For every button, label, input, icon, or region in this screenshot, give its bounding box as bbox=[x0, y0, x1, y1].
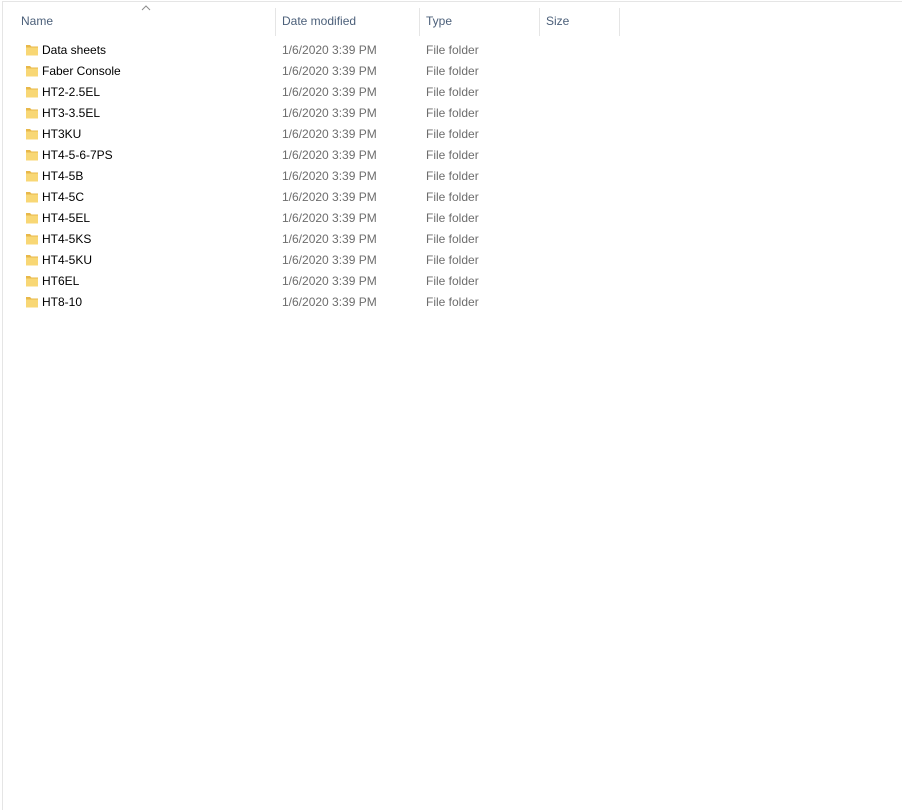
file-name: Data sheets bbox=[42, 43, 107, 57]
folder-icon bbox=[26, 276, 38, 287]
file-date-modified: 1/6/2020 3:39 PM bbox=[282, 232, 377, 246]
file-date-modified: 1/6/2020 3:39 PM bbox=[282, 148, 377, 162]
folder-icon bbox=[26, 87, 38, 98]
file-date-modified: 1/6/2020 3:39 PM bbox=[282, 43, 377, 57]
file-name: HT2-2.5EL bbox=[42, 85, 101, 99]
file-name: HT4-5KU bbox=[42, 253, 93, 267]
file-type: File folder bbox=[426, 127, 479, 141]
file-row[interactable]: HT4-5C 1/6/2020 3:39 PM File folder bbox=[3, 187, 902, 208]
file-type: File folder bbox=[426, 43, 479, 57]
file-name: HT4-5B bbox=[42, 169, 84, 183]
file-type: File folder bbox=[426, 64, 479, 78]
file-list-pane: Name Date modified Type Size Data sheets… bbox=[2, 1, 902, 810]
folder-icon bbox=[26, 192, 38, 203]
file-type: File folder bbox=[426, 295, 479, 309]
folder-icon bbox=[26, 213, 38, 224]
folder-icon bbox=[26, 108, 38, 119]
file-type: File folder bbox=[426, 232, 479, 246]
file-row[interactable]: HT3KU 1/6/2020 3:39 PM File folder bbox=[3, 124, 902, 145]
column-header-name[interactable]: Name bbox=[15, 8, 276, 36]
file-name: HT6EL bbox=[42, 274, 80, 288]
file-row[interactable]: Data sheets 1/6/2020 3:39 PM File folder bbox=[3, 40, 902, 61]
file-name: HT3KU bbox=[42, 127, 82, 141]
folder-icon bbox=[26, 45, 38, 56]
file-list: Data sheets 1/6/2020 3:39 PM File folder Fa… bbox=[3, 40, 902, 313]
file-date-modified: 1/6/2020 3:39 PM bbox=[282, 85, 377, 99]
file-row[interactable]: Faber Console 1/6/2020 3:39 PM File folder bbox=[3, 61, 902, 82]
file-name: HT3-3.5EL bbox=[42, 106, 101, 120]
file-type: File folder bbox=[426, 211, 479, 225]
folder-icon bbox=[26, 234, 38, 245]
column-header-type[interactable]: Type bbox=[420, 8, 540, 36]
file-row[interactable]: HT3-3.5EL 1/6/2020 3:39 PM File folder bbox=[3, 103, 902, 124]
folder-icon bbox=[26, 129, 38, 140]
file-row[interactable]: HT8-10 1/6/2020 3:39 PM File folder bbox=[3, 292, 902, 313]
file-name: HT4-5-6-7PS bbox=[42, 148, 113, 162]
column-header-date-modified[interactable]: Date modified bbox=[276, 8, 420, 36]
file-row[interactable]: HT4-5KS 1/6/2020 3:39 PM File folder bbox=[3, 229, 902, 250]
folder-icon bbox=[26, 255, 38, 266]
file-type: File folder bbox=[426, 85, 479, 99]
file-row[interactable]: HT4-5KU 1/6/2020 3:39 PM File folder bbox=[3, 250, 902, 271]
file-name: Faber Console bbox=[42, 64, 121, 78]
file-date-modified: 1/6/2020 3:39 PM bbox=[282, 190, 377, 204]
folder-icon bbox=[26, 150, 38, 161]
file-date-modified: 1/6/2020 3:39 PM bbox=[282, 295, 377, 309]
folder-icon bbox=[26, 66, 38, 77]
file-row[interactable]: HT4-5-6-7PS 1/6/2020 3:39 PM File folder bbox=[3, 145, 902, 166]
file-name: HT4-5EL bbox=[42, 211, 91, 225]
folder-icon bbox=[26, 171, 38, 182]
file-type: File folder bbox=[426, 190, 479, 204]
file-type: File folder bbox=[426, 253, 479, 267]
file-date-modified: 1/6/2020 3:39 PM bbox=[282, 127, 377, 141]
column-header-bar: Name Date modified Type Size bbox=[3, 2, 902, 36]
file-date-modified: 1/6/2020 3:39 PM bbox=[282, 106, 377, 120]
file-name: HT4-5KS bbox=[42, 232, 92, 246]
file-name: HT4-5C bbox=[42, 190, 85, 204]
file-type: File folder bbox=[426, 106, 479, 120]
file-name: HT8-10 bbox=[42, 295, 83, 309]
file-type: File folder bbox=[426, 148, 479, 162]
file-type: File folder bbox=[426, 169, 479, 183]
file-row[interactable]: HT2-2.5EL 1/6/2020 3:39 PM File folder bbox=[3, 82, 902, 103]
file-date-modified: 1/6/2020 3:39 PM bbox=[282, 253, 377, 267]
file-date-modified: 1/6/2020 3:39 PM bbox=[282, 64, 377, 78]
file-row[interactable]: HT4-5EL 1/6/2020 3:39 PM File folder bbox=[3, 208, 902, 229]
file-type: File folder bbox=[426, 274, 479, 288]
file-date-modified: 1/6/2020 3:39 PM bbox=[282, 274, 377, 288]
file-row[interactable]: HT4-5B 1/6/2020 3:39 PM File folder bbox=[3, 166, 902, 187]
folder-icon bbox=[26, 297, 38, 308]
column-header-size[interactable]: Size bbox=[540, 8, 620, 36]
file-date-modified: 1/6/2020 3:39 PM bbox=[282, 211, 377, 225]
file-row[interactable]: HT6EL 1/6/2020 3:39 PM File folder bbox=[3, 271, 902, 292]
file-date-modified: 1/6/2020 3:39 PM bbox=[282, 169, 377, 183]
